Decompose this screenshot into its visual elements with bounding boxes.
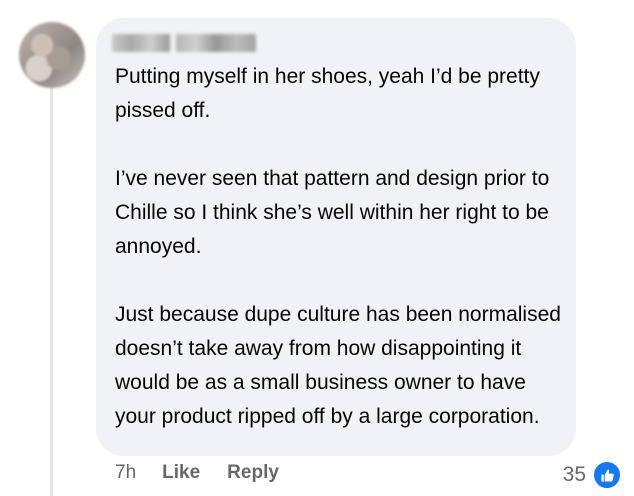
comment-text: Putting myself in her shoes, yeah I’d be… <box>115 60 565 468</box>
reply-button[interactable]: Reply <box>227 462 279 484</box>
thumbs-up-icon <box>592 460 622 490</box>
avatar[interactable] <box>19 22 85 88</box>
thread-line <box>50 85 53 496</box>
comment-actions: 7h Like Reply <box>115 462 306 484</box>
comment-paragraph: I’ve never seen that pattern and design … <box>115 167 550 258</box>
like-button[interactable]: Like <box>162 462 200 484</box>
timestamp[interactable]: 7h <box>115 462 136 484</box>
redacted-name-part <box>176 34 256 52</box>
comment-paragraph: Just because dupe culture has been norma… <box>115 303 561 428</box>
reaction-count: 35 <box>562 463 586 486</box>
redacted-name-part <box>112 34 170 52</box>
reaction-summary[interactable]: 35 <box>563 460 622 490</box>
comment-paragraph: Putting myself in her shoes, yeah I’d be… <box>115 65 540 122</box>
author-name-redacted[interactable] <box>112 34 262 54</box>
